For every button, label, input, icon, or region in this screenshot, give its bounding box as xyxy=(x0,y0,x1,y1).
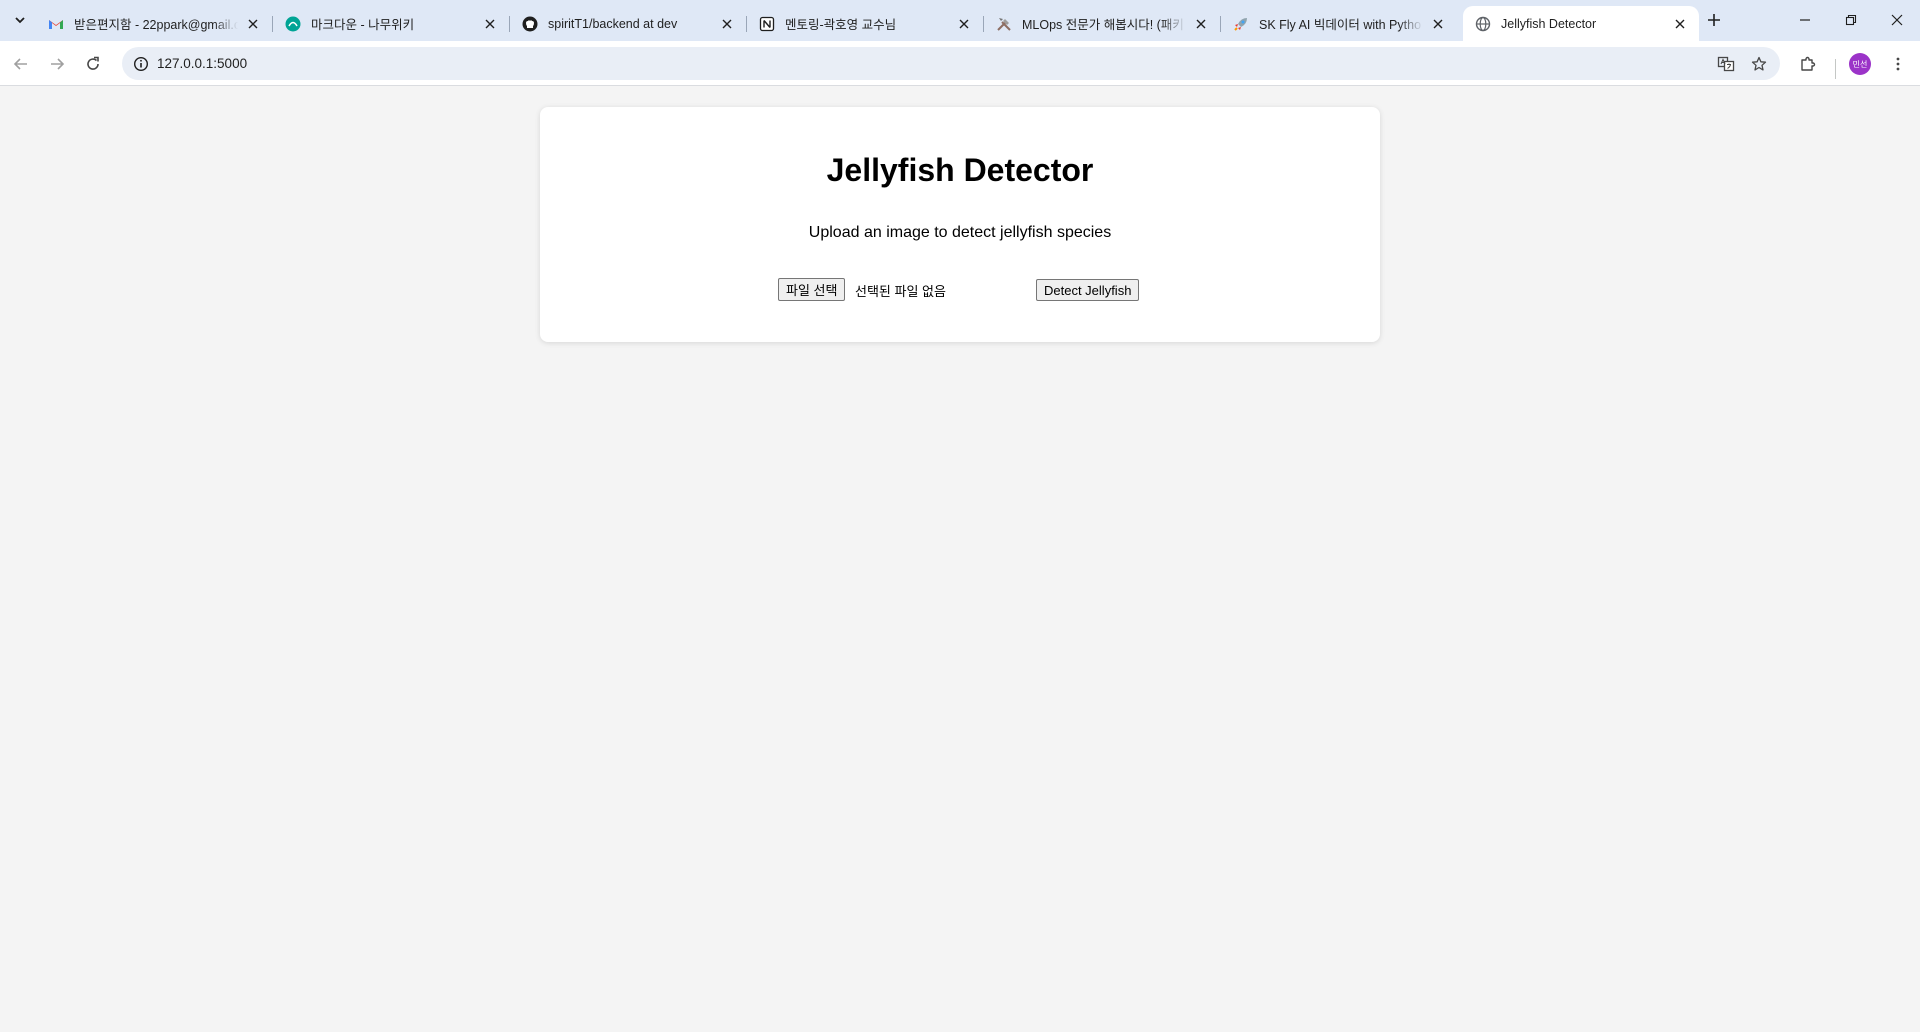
arrow-left-icon xyxy=(13,58,27,70)
tab-strip: 받은편지함 - 22ppark@gmail.c 마크다운 - 나무위키 spir… xyxy=(0,0,1920,41)
arrow-right-icon xyxy=(51,58,65,70)
reload-button[interactable] xyxy=(77,48,109,80)
tab-title: 멘토링-곽호영 교수님 xyxy=(785,18,897,32)
close-tab-icon[interactable] xyxy=(1429,15,1447,33)
close-tab-icon[interactable] xyxy=(955,15,973,33)
minimize-icon xyxy=(1800,19,1810,21)
toolbar-divider xyxy=(1835,59,1836,79)
close-tab-icon[interactable] xyxy=(718,15,736,33)
tab-title: 마크다운 - 나무위키 xyxy=(311,18,415,32)
chevron-down-icon xyxy=(15,17,25,24)
restore-icon xyxy=(1845,14,1857,26)
detector-card: Jellyfish Detector Upload an image to de… xyxy=(540,107,1380,342)
close-tab-icon[interactable] xyxy=(1671,15,1689,33)
browser-tab-mlops[interactable]: MLOps 전문가 해봅시다! (패키 xyxy=(984,6,1221,41)
choose-file-button[interactable]: 파일 선택 xyxy=(778,278,846,301)
tab-title: spiritT1/backend at dev xyxy=(548,16,678,31)
translate-icon[interactable] xyxy=(1713,51,1738,76)
forward-button[interactable] xyxy=(41,48,73,80)
tab-title: SK Fly AI 빅데이터 with Pytho xyxy=(1259,18,1422,32)
profile-avatar[interactable]: 민선 xyxy=(1849,53,1871,75)
globe-icon xyxy=(1475,16,1491,32)
url-text[interactable]: 127.0.0.1:5000 xyxy=(157,56,247,71)
puzzle-icon xyxy=(1801,56,1816,71)
rocket-icon xyxy=(1233,16,1249,32)
browser-tab-gmail[interactable]: 받은편지함 - 22ppark@gmail.c xyxy=(36,6,273,41)
browser-toolbar: 127.0.0.1:5000 민선 xyxy=(0,41,1920,86)
new-tab-button[interactable] xyxy=(1700,8,1728,32)
gmail-icon xyxy=(48,16,64,32)
minimize-button[interactable] xyxy=(1782,0,1828,40)
extensions-button[interactable] xyxy=(1792,48,1824,80)
tab-title: Jellyfish Detector xyxy=(1501,16,1597,31)
more-vertical-icon xyxy=(1896,57,1900,71)
page-title: Jellyfish Detector xyxy=(826,152,1094,188)
notion-icon xyxy=(759,16,775,32)
close-window-button[interactable] xyxy=(1874,0,1920,40)
close-tab-icon[interactable] xyxy=(481,15,499,33)
tab-title: MLOps 전문가 해봅시다! (패키 xyxy=(1022,18,1184,32)
bookmark-star-icon[interactable] xyxy=(1746,51,1771,76)
restore-button[interactable] xyxy=(1828,0,1874,40)
tools-icon xyxy=(996,16,1012,32)
browser-tab-jellyfish-detector[interactable]: Jellyfish Detector xyxy=(1463,6,1699,41)
close-tab-icon[interactable] xyxy=(244,15,262,33)
plus-icon xyxy=(1708,14,1720,26)
menu-button[interactable] xyxy=(1882,48,1914,80)
tab-search-button[interactable] xyxy=(6,8,34,32)
file-status-text: 선택된 파일 없음 xyxy=(855,284,946,299)
github-icon xyxy=(522,16,538,32)
browser-tab-notion[interactable]: 멘토링-곽호영 교수님 xyxy=(747,6,984,41)
reload-icon xyxy=(87,56,99,70)
namuwiki-icon xyxy=(285,16,301,32)
browser-tab-namuwiki[interactable]: 마크다운 - 나무위키 xyxy=(273,6,510,41)
close-icon xyxy=(1891,14,1903,26)
browser-tab-github[interactable]: spiritT1/backend at dev xyxy=(510,6,747,41)
page-subtitle: Upload an image to detect jellyfish spec… xyxy=(808,224,1112,241)
browser-tab-sk-fly-ai[interactable]: SK Fly AI 빅데이터 with Pytho xyxy=(1221,6,1457,41)
detect-jellyfish-button[interactable]: Detect Jellyfish xyxy=(1036,279,1140,301)
close-tab-icon[interactable] xyxy=(1192,15,1210,33)
back-button[interactable] xyxy=(5,48,37,80)
address-bar[interactable]: 127.0.0.1:5000 xyxy=(122,47,1780,80)
site-info-icon[interactable] xyxy=(128,51,153,76)
tab-title: 받은편지함 - 22ppark@gmail.c xyxy=(74,18,238,32)
